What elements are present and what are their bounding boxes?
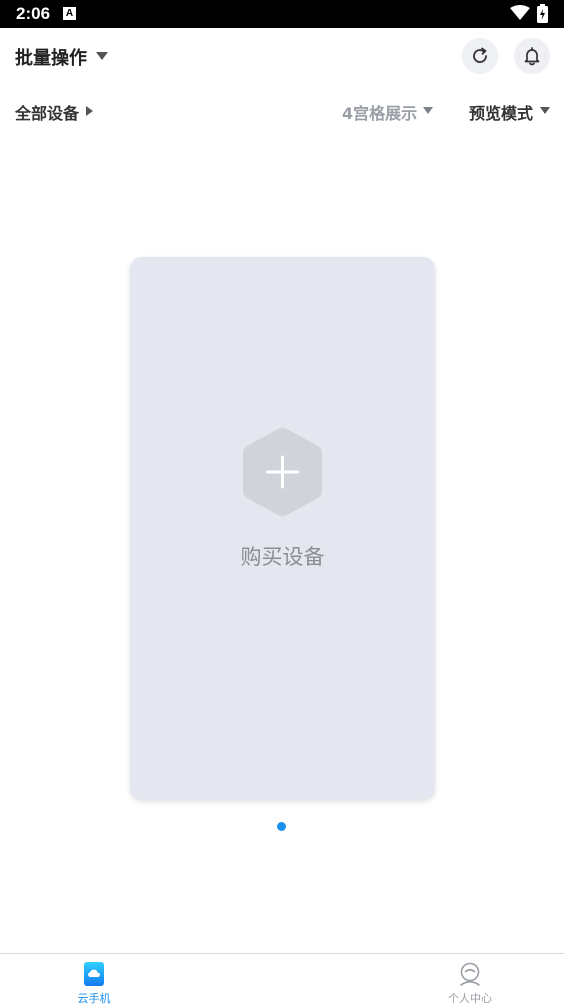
chevron-right-icon[interactable]: [86, 106, 93, 116]
chevron-down-icon[interactable]: [96, 52, 108, 60]
grid-display-selector[interactable]: 4宫格展示: [342, 100, 417, 124]
notification-a-icon: A: [63, 7, 76, 20]
all-devices-filter[interactable]: 全部设备: [15, 100, 79, 124]
wifi-icon: [510, 5, 530, 20]
chevron-down-icon[interactable]: [423, 107, 433, 114]
nav-personal-center[interactable]: 个人中心: [410, 954, 530, 1007]
nav-cloud-phone[interactable]: 云手机: [34, 954, 154, 1007]
filter-bar: 全部设备 4宫格展示 预览模式: [0, 90, 564, 130]
nav-label: 云手机: [77, 992, 111, 1005]
bell-icon: [524, 47, 540, 66]
refresh-icon: [473, 47, 487, 63]
status-time: 2:06: [16, 4, 51, 23]
page-indicator-dot: [277, 822, 286, 831]
buy-device-label: 购买设备: [240, 545, 325, 569]
cloud-phone-icon: [84, 962, 104, 986]
refresh-button[interactable]: [462, 38, 498, 74]
batch-operations-dropdown[interactable]: 批量操作: [15, 44, 87, 70]
add-icon: [243, 428, 322, 516]
buy-device-card[interactable]: 购买设备: [130, 257, 435, 800]
status-bar: 2:06 A: [0, 0, 564, 28]
preview-mode-selector[interactable]: 预览模式: [469, 100, 533, 124]
bottom-navigation: 云手机 个人中心: [0, 953, 564, 1006]
notifications-button[interactable]: [514, 38, 550, 74]
app-header: 批量操作: [0, 28, 564, 84]
nav-label: 个人中心: [448, 992, 492, 1005]
user-icon: [460, 962, 480, 986]
chevron-down-icon[interactable]: [540, 107, 550, 114]
battery-icon: [537, 4, 548, 23]
